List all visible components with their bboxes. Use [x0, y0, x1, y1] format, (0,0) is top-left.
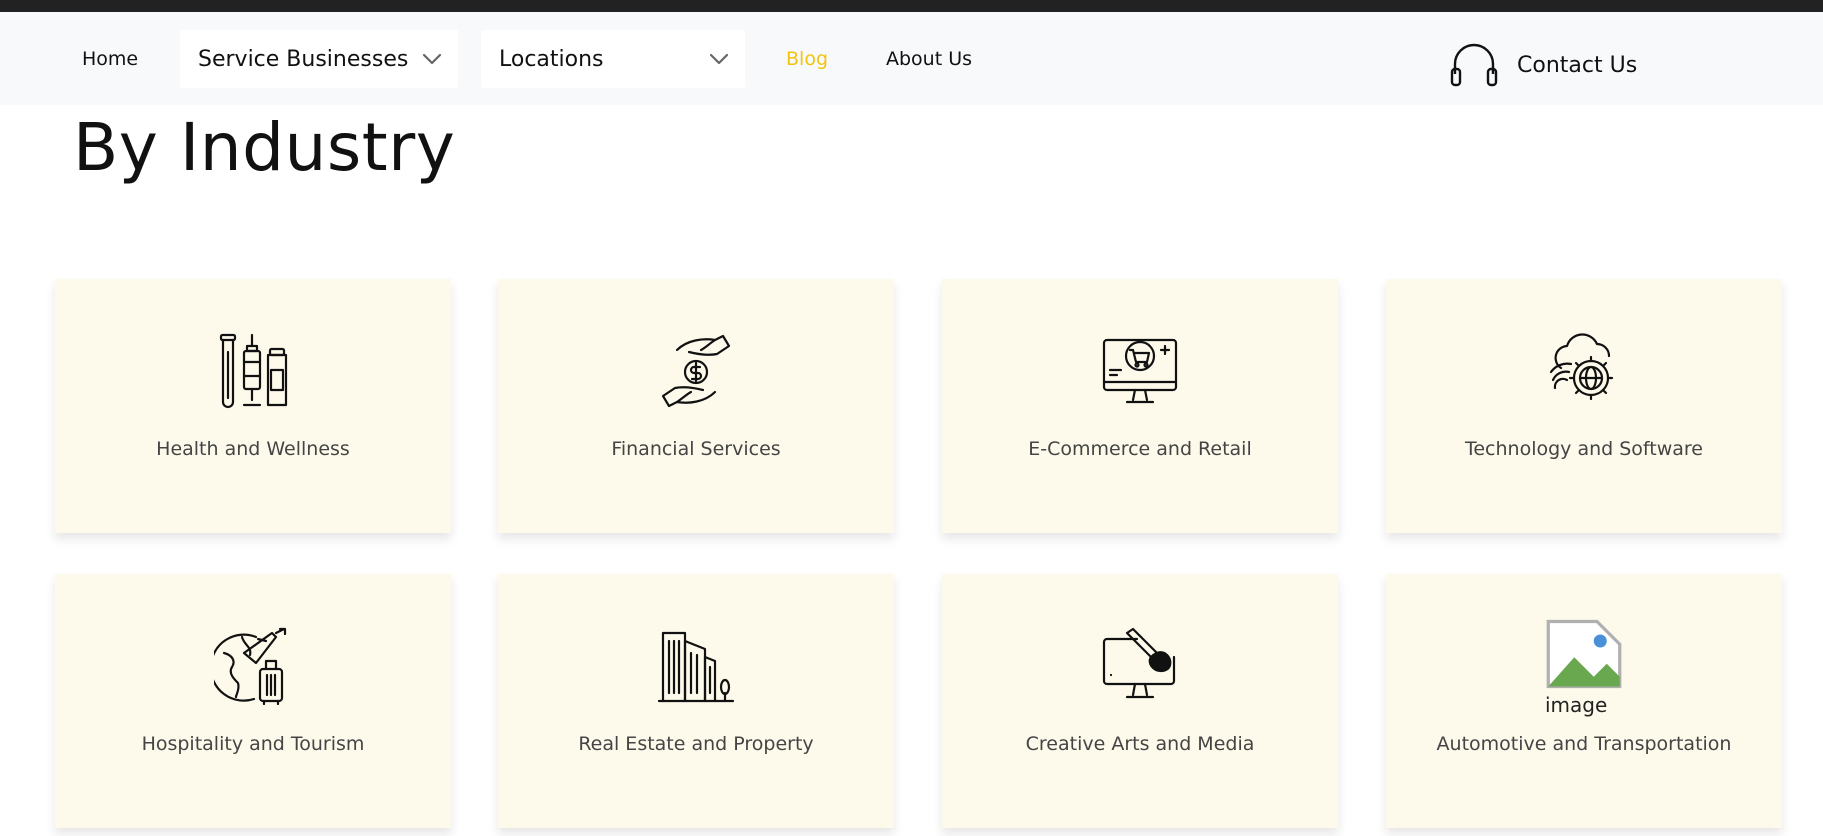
chevron-down-icon	[422, 53, 442, 65]
finance-icon	[661, 334, 731, 408]
navbar: Home Service Businesses Locations Blog A…	[0, 12, 1823, 105]
locations-label: Locations	[499, 46, 604, 72]
headset-icon	[1450, 43, 1498, 87]
industry-card-technology[interactable]: Technology and Software	[1386, 279, 1782, 533]
broken-image-icon: image	[1545, 615, 1623, 717]
industry-label: Automotive and Transportation	[1436, 733, 1732, 755]
nav-about-link[interactable]: About Us	[886, 12, 972, 105]
health-icon	[219, 333, 288, 409]
industry-card-real-estate[interactable]: Real Estate and Property	[498, 574, 894, 828]
industry-card-ecommerce[interactable]: E-Commerce and Retail	[942, 279, 1338, 533]
buildings-icon	[657, 631, 735, 703]
industry-label: Health and Wellness	[156, 438, 350, 460]
image-alt-text: image	[1545, 693, 1608, 717]
ecommerce-icon	[1102, 338, 1178, 404]
nav-home-link[interactable]: Home	[82, 12, 138, 105]
technology-icon	[1549, 333, 1614, 401]
page-title: By Industry	[73, 109, 456, 186]
service-businesses-dropdown[interactable]: Service Businesses	[180, 30, 458, 88]
industry-label: Creative Arts and Media	[1025, 733, 1255, 755]
locations-dropdown[interactable]: Locations	[481, 30, 745, 88]
creative-icon	[1102, 627, 1176, 699]
industry-card-hospitality[interactable]: Hospitality and Tourism	[55, 574, 451, 828]
industry-label: Real Estate and Property	[578, 733, 814, 755]
image-placeholder-icon	[1546, 619, 1622, 689]
industry-card-financial[interactable]: Financial Services	[498, 279, 894, 533]
industry-card-creative[interactable]: Creative Arts and Media	[942, 574, 1338, 828]
contact-us-label: Contact Us	[1517, 52, 1638, 78]
contact-us-link[interactable]: Contact Us	[1449, 36, 1637, 94]
chevron-down-icon	[709, 53, 729, 65]
travel-icon	[214, 627, 287, 705]
industry-label: Technology and Software	[1464, 438, 1703, 460]
nav-blog-link[interactable]: Blog	[786, 12, 828, 105]
industry-label: E-Commerce and Retail	[1028, 438, 1252, 460]
industry-label: Hospitality and Tourism	[141, 733, 365, 755]
service-businesses-label: Service Businesses	[198, 46, 409, 72]
industry-card-automotive[interactable]: image Automotive and Transportation	[1386, 574, 1782, 828]
top-strip	[0, 0, 1823, 12]
industry-label: Financial Services	[611, 438, 781, 460]
industry-card-health[interactable]: Health and Wellness	[55, 279, 451, 533]
